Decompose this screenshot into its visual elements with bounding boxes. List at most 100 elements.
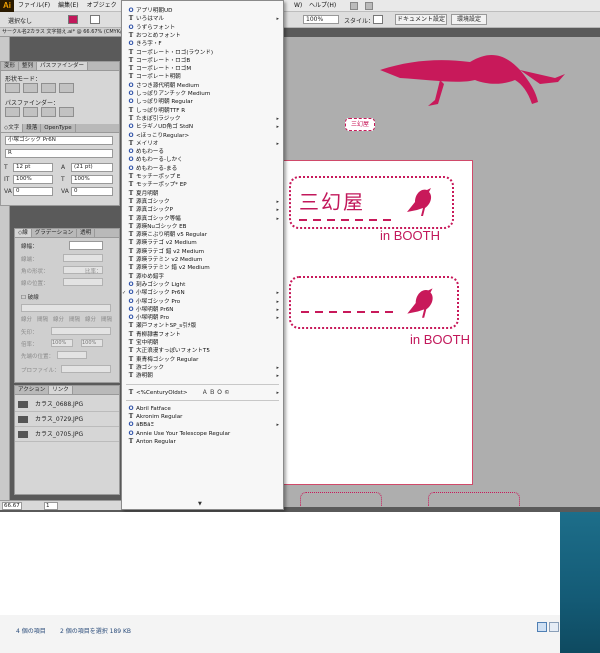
badge-frame-partial[interactable] <box>428 492 520 506</box>
font-menu-item[interactable]: O さつき源代明朝 Medium <box>122 82 283 90</box>
kerning-field[interactable]: 0 <box>13 187 53 196</box>
arrowhead-selects[interactable] <box>51 327 111 335</box>
stroke-weight-field[interactable] <box>69 241 103 250</box>
font-menu-item[interactable]: T 游ゴシック ▸ <box>122 364 283 372</box>
font-menu-item[interactable]: T モッチーポップ E <box>122 173 283 181</box>
arrange-icon[interactable] <box>365 2 373 10</box>
scale-end-field[interactable]: 100% <box>81 339 103 347</box>
font-menu-item[interactable]: T Anton Regular <box>122 438 283 446</box>
font-menu-item[interactable]: O 刻みゴシック Light <box>122 281 283 289</box>
file-list-area[interactable] <box>0 512 560 615</box>
font-menu-item[interactable]: T 瀬戸フォントSP_s引ﾁ版 <box>122 322 283 330</box>
font-menu-item[interactable]: T 源暎ラテミン 錯 v2 Medium <box>122 264 283 272</box>
font-menu-item[interactable]: O Abril Fatface <box>122 405 283 413</box>
font-family-field[interactable]: 小塚ゴシック Pr6N <box>5 136 113 145</box>
divide-button[interactable] <box>5 107 20 117</box>
font-menu-item[interactable]: T しっぽり明朝TTF R <box>122 107 283 115</box>
font-menu-item[interactable]: T 宝中明朝 <box>122 339 283 347</box>
font-menu-item[interactable]: O Annie Use Your Telescope Regular <box>122 430 283 438</box>
document-settings-button[interactable]: ドキュメント設定 <box>395 14 447 25</box>
menu-edit[interactable]: 編集(E) <box>54 0 82 12</box>
dashed-checkbox[interactable]: ☐ 破線 <box>21 293 39 301</box>
unite-button[interactable] <box>5 83 20 93</box>
exclude-button[interactable] <box>59 83 74 93</box>
style-swatch[interactable] <box>373 15 383 24</box>
font-menu-item[interactable]: T コーポレート明朝 <box>122 73 283 81</box>
font-menu-item[interactable]: T Akronim Regular <box>122 413 283 421</box>
details-view-icon[interactable] <box>537 622 547 632</box>
font-menu-item[interactable]: T コーポレート・ロゴM <box>122 65 283 73</box>
arrow-position-buttons[interactable] <box>57 351 87 359</box>
font-menu-item[interactable]: T コーポレート・ロゴ(ラウンド) <box>122 49 283 57</box>
bridge-icon[interactable] <box>350 2 358 10</box>
font-menu-item[interactable]: O めもわーる-まる <box>122 165 283 173</box>
page-field[interactable]: 1 <box>44 502 58 510</box>
font-menu-item[interactable]: O うずらフォント <box>122 24 283 32</box>
opacity-field[interactable]: 100% <box>303 15 339 24</box>
font-menu-item[interactable]: T たまぽ引ラジック ▸ <box>122 115 283 123</box>
font-menu-item[interactable]: T 源真ゴシックP ▸ <box>122 206 283 214</box>
tab-paragraph[interactable]: 段落 <box>23 124 42 132</box>
font-menu-item[interactable]: T 源暎Nuゴシック EB <box>122 223 283 231</box>
font-menu-item[interactable]: O ヒラギノUD角ゴ StdN ▸ <box>122 123 283 131</box>
font-menu-item[interactable]: T 青柳隷書フォント <box>122 331 283 339</box>
zoom-field[interactable]: 66.67 <box>2 502 22 510</box>
font-menu-item[interactable]: T おつとめフォント <box>122 32 283 40</box>
font-menu-item[interactable]: T <%CenturyOldst> Ａ Ｂ Ｏ © ▸ <box>122 389 283 397</box>
font-menu-item[interactable]: O しっぽりアンチック Medium <box>122 90 283 98</box>
fill-swatch[interactable] <box>68 15 78 24</box>
font-menu-item[interactable]: T 源暎ラテミン v2 Medium <box>122 256 283 264</box>
font-menu-item[interactable]: T 大正浪漫すっぽいフォントT5 <box>122 347 283 355</box>
font-menu-item[interactable]: T メイリオ ▸ <box>122 140 283 148</box>
trim-button[interactable] <box>23 107 38 117</box>
menu-window[interactable]: W) <box>290 0 306 12</box>
artboard[interactable]: 三幻屋 in BOOTH in BOOTH <box>283 160 473 485</box>
small-logo-tag[interactable]: 三幻屋 <box>345 118 375 131</box>
stroke-swatch[interactable] <box>90 15 100 24</box>
font-menu-item[interactable]: T コーポレート・ロゴB <box>122 57 283 65</box>
font-menu-item[interactable]: O アプリ明朝UD <box>122 7 283 15</box>
font-menu-item[interactable]: T 源暎ラテゴ v2 Medium <box>122 239 283 247</box>
font-menu-item[interactable]: O 小塚ゴシック Pro ▸ <box>122 298 283 306</box>
document-tab[interactable]: サークル名2カラス 文字揃え.ai* @ 66.67% (CMYK/ <box>0 28 130 37</box>
dash-fields[interactable] <box>21 304 111 312</box>
font-menu-item[interactable]: T 源真ゴシック等幅 ▸ <box>122 215 283 223</box>
font-style-field[interactable]: R <box>5 149 113 158</box>
font-menu-item[interactable]: O めもわーる-しかく <box>122 156 283 164</box>
intersect-button[interactable] <box>41 83 56 93</box>
scroll-down-arrow-icon[interactable]: ▼ <box>198 501 202 507</box>
font-menu-item[interactable]: T 夏月明朝 <box>122 190 283 198</box>
tab-links[interactable]: リンク <box>49 386 73 394</box>
tab-stroke[interactable]: ◇線 <box>15 229 32 237</box>
font-menu-item[interactable]: T 源暎ラテゴ 錯 v2 Medium <box>122 248 283 256</box>
font-size-field[interactable]: 12 pt <box>13 163 53 172</box>
tab-actions[interactable]: アクション <box>15 386 50 394</box>
font-menu-item[interactable]: T 源ゆめ錯字 <box>122 273 283 281</box>
font-menu-item[interactable]: T 源真ゴシック ▸ <box>122 198 283 206</box>
tab-character[interactable]: ◇文字 <box>1 124 24 132</box>
scale-start-field[interactable]: 100% <box>51 339 73 347</box>
menu-object[interactable]: オブジェク <box>83 0 121 12</box>
link-item[interactable]: カラス_0729.JPG <box>15 413 119 427</box>
leading-field[interactable]: (21 pt) <box>71 163 113 172</box>
link-item[interactable]: カラス_0705.JPG <box>15 428 119 442</box>
font-menu-item[interactable]: O <ほっこりRegular> <box>122 132 283 140</box>
font-menu-item[interactable]: O 小塚明朝 Pro ▸ <box>122 314 283 322</box>
tab-transparency[interactable]: 透明 <box>77 229 96 237</box>
tab-align[interactable]: 整列 <box>19 62 38 70</box>
font-menu-item[interactable]: O 小塚明朝 Pr6N ▸ <box>122 306 283 314</box>
tab-pathfinder[interactable]: パスファインダー <box>37 62 89 70</box>
merge-button[interactable] <box>41 107 56 117</box>
tracking-field[interactable]: 0 <box>71 187 113 196</box>
menu-file[interactable]: ファイル(F) <box>14 0 54 12</box>
font-menu-item[interactable]: T いろはマル ▸ <box>122 15 283 23</box>
tab-gradient[interactable]: グラデーション <box>32 229 78 237</box>
crow-artwork[interactable] <box>380 40 580 110</box>
large-icons-view-icon[interactable] <box>549 622 559 632</box>
badge-frame-1[interactable]: 三幻屋 <box>289 176 454 229</box>
minus-front-button[interactable] <box>23 83 38 93</box>
horizontal-scale-field[interactable]: 100% <box>71 175 113 184</box>
cap-buttons[interactable] <box>63 254 103 262</box>
font-menu-item[interactable]: T 東青梅ゴシック Regular <box>122 356 283 364</box>
link-item[interactable]: カラス_0688.JPG <box>15 398 119 412</box>
